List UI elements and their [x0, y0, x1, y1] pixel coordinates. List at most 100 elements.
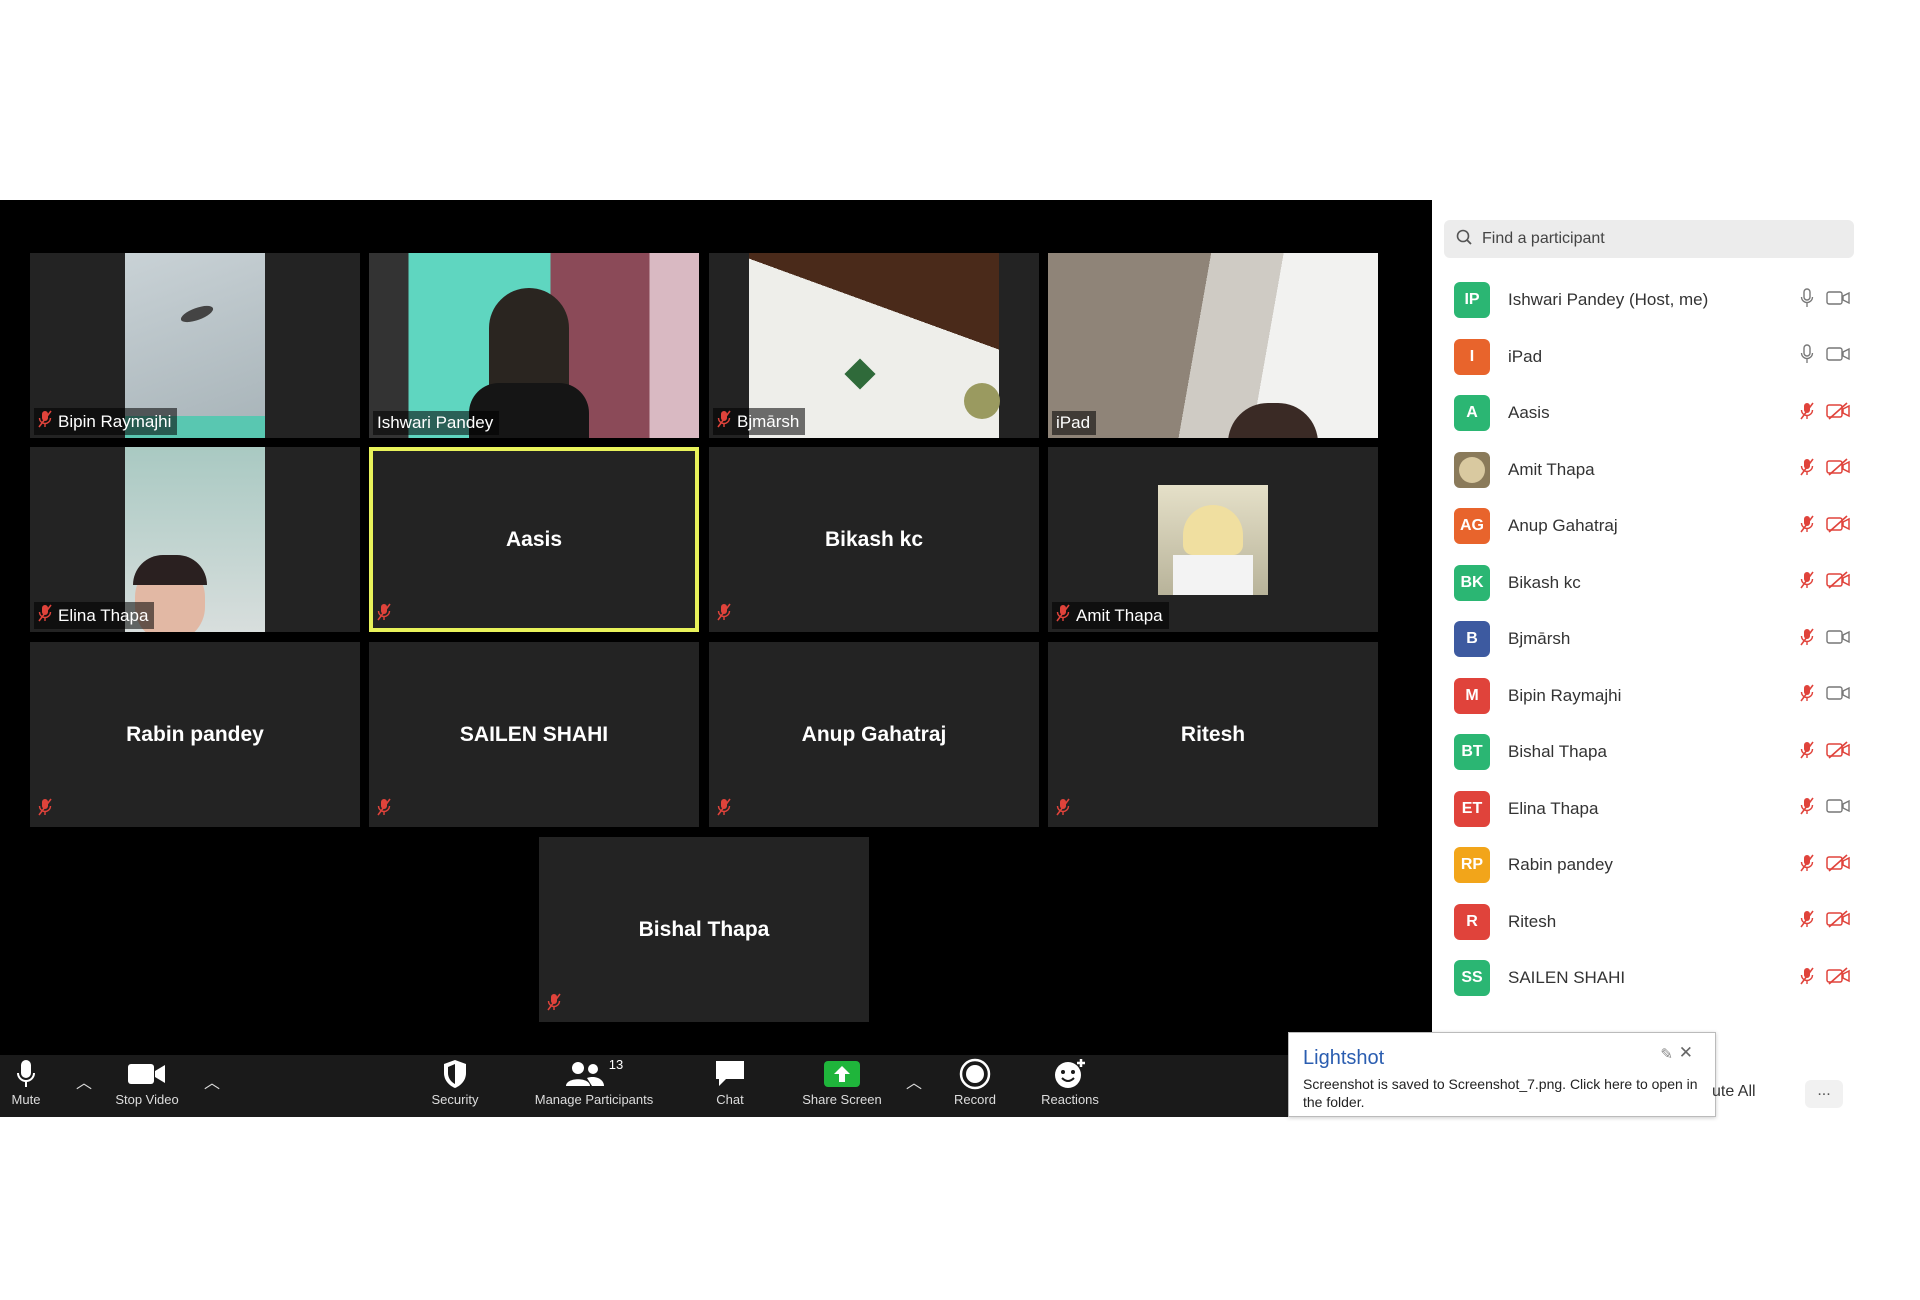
participant-row[interactable]: IiPad	[1454, 335, 1854, 379]
audio-options-caret[interactable]: ︿	[72, 1069, 96, 1131]
microphone-muted-icon[interactable]	[1800, 684, 1814, 707]
video-options-caret[interactable]: ︿	[200, 1069, 224, 1131]
microphone-muted-icon	[717, 603, 731, 626]
participant-name: SAILEN SHAHI	[1508, 968, 1626, 987]
participant-name-tag: Ishwari Pandey	[373, 411, 500, 435]
more-options-button[interactable]: ...	[1805, 1080, 1843, 1108]
avatar: SS	[1454, 960, 1490, 996]
record-button[interactable]: Record	[944, 1055, 1006, 1117]
stop-video-button[interactable]: Stop Video	[102, 1055, 192, 1117]
participant-name: SAILEN SHAHI	[459, 722, 609, 746]
video-off-icon[interactable]	[1826, 910, 1850, 933]
share-options-caret[interactable]: ︿	[902, 1069, 926, 1131]
microphone-muted-icon[interactable]	[1800, 854, 1814, 877]
video-off-icon[interactable]	[1826, 458, 1850, 481]
participant-name: iPad	[1508, 346, 1543, 366]
manage-participants-button[interactable]: 13 Manage Participants	[518, 1055, 670, 1117]
video-camera-icon[interactable]	[1826, 685, 1850, 706]
lightshot-message[interactable]: Screenshot is saved to Screenshot_7.png.…	[1303, 1075, 1703, 1111]
video-off-icon[interactable]	[1826, 853, 1850, 877]
microphone-muted-icon[interactable]	[1800, 967, 1814, 990]
video-off-icon[interactable]	[1826, 401, 1850, 425]
video-off-icon[interactable]	[1826, 966, 1850, 990]
mute-all-button[interactable]: ute All	[1712, 1083, 1756, 1101]
participant-name: Ishwari Pandey (Host, me)	[1508, 290, 1709, 309]
participant-row[interactable]: ET Elina Thapa	[1454, 787, 1854, 831]
microphone-muted-icon[interactable]	[1800, 741, 1814, 764]
microphone-muted-icon	[38, 410, 52, 433]
share-screen-button[interactable]: Share Screen	[792, 1055, 892, 1117]
participant-name: Bjmārsh	[737, 411, 800, 431]
avatar: AG	[1454, 508, 1490, 544]
video-off-icon[interactable]	[1826, 740, 1850, 764]
avatar: A	[1454, 395, 1490, 431]
avatar: IP	[1454, 282, 1490, 318]
video-tile[interactable]: Elina Thapa	[30, 447, 360, 632]
search-icon	[1456, 229, 1472, 250]
video-tile[interactable]: Anup Gahatraj	[709, 642, 1039, 827]
microphone-muted-icon[interactable]	[1800, 515, 1814, 538]
video-tile[interactable]: Ishwari Pandey	[369, 253, 699, 438]
participant-row[interactable]: B Bjmārsh	[1454, 617, 1854, 661]
video-tile[interactable]: iPad	[1048, 253, 1378, 438]
video-camera-icon[interactable]	[1826, 346, 1850, 367]
microphone-muted-icon[interactable]	[1800, 910, 1814, 933]
microphone-muted-icon	[547, 993, 561, 1016]
participant-row[interactable]: M Bipin Raymajhi	[1454, 674, 1854, 718]
participant-row[interactable]: BT Bishal Thapa	[1454, 730, 1854, 774]
video-off-icon[interactable]	[1826, 571, 1850, 594]
microphone-icon[interactable]	[1800, 344, 1814, 369]
participant-row[interactable]: IP Ishwari Pandey (Host, me)	[1454, 278, 1854, 322]
smiley-add-icon	[1032, 1055, 1108, 1093]
participant-name: Rabin pandey	[126, 722, 264, 746]
video-tile[interactable]: Bjmārsh	[709, 253, 1039, 438]
avatar: R	[1454, 903, 1490, 940]
reactions-label: Reactions	[1041, 1092, 1099, 1107]
stop-video-label: Stop Video	[115, 1092, 179, 1107]
avatar: I	[1454, 338, 1490, 375]
lightshot-notification[interactable]: Lightshot ✎ ✕ Screenshot is saved to Scr…	[1288, 1032, 1716, 1117]
video-tile[interactable]: Ritesh	[1048, 642, 1378, 827]
participant-row[interactable]: RP Rabin pandey	[1454, 843, 1854, 887]
video-off-icon[interactable]	[1826, 514, 1850, 538]
participant-row[interactable]: BK Bikash kc	[1454, 561, 1854, 605]
record-icon	[944, 1055, 1006, 1093]
avatar: BK	[1454, 564, 1490, 601]
microphone-muted-icon	[1056, 604, 1070, 627]
video-tile[interactable]: Amit Thapa	[1048, 447, 1378, 632]
microphone-muted-icon[interactable]	[1800, 458, 1814, 481]
close-icon[interactable]: ✕	[1679, 1043, 1693, 1063]
security-label: Security	[431, 1092, 479, 1107]
participant-row[interactable]: R Ritesh	[1454, 900, 1854, 944]
profile-picture	[1158, 485, 1268, 595]
reactions-button[interactable]: Reactions	[1032, 1055, 1108, 1117]
video-camera-icon[interactable]	[1826, 629, 1850, 650]
microphone-icon[interactable]	[1800, 287, 1814, 313]
participant-search	[1444, 220, 1854, 258]
security-button[interactable]: Security	[420, 1055, 490, 1117]
participant-row[interactable]: SS SAILEN SHAHI	[1454, 956, 1854, 1000]
participant-name-tag: Bipin Raymajhi	[34, 408, 178, 435]
chat-button[interactable]: Chat	[700, 1055, 760, 1117]
video-tile[interactable]: Bipin Raymajhi	[30, 253, 360, 438]
video-tile[interactable]: Bishal Thapa	[539, 837, 869, 1022]
participant-row[interactable]: Amit Thapa	[1454, 448, 1854, 492]
participant-row[interactable]: AG Anup Gahatraj	[1454, 504, 1854, 548]
video-tile[interactable]: Aasis	[369, 447, 699, 632]
microphone-muted-icon[interactable]	[1800, 571, 1814, 594]
microphone-muted-icon[interactable]	[1800, 628, 1814, 651]
video-camera-icon[interactable]	[1826, 290, 1850, 311]
microphone-muted-icon	[38, 798, 52, 821]
participant-row[interactable]: A Aasis	[1454, 391, 1854, 435]
video-camera-icon[interactable]	[1826, 798, 1850, 819]
pin-icon[interactable]: ✎	[1660, 1045, 1673, 1063]
participant-name: Bipin Raymajhi	[1508, 685, 1622, 705]
video-tile[interactable]: Bikash kc	[709, 447, 1039, 632]
microphone-muted-icon[interactable]	[1800, 797, 1814, 820]
microphone-muted-icon[interactable]	[1800, 402, 1814, 425]
mute-button[interactable]: Mute	[0, 1055, 52, 1117]
chevron-up-icon: ︿	[75, 1075, 92, 1092]
video-tile[interactable]: Rabin pandey	[30, 642, 360, 827]
participant-search-input[interactable]	[1480, 229, 1844, 249]
video-tile[interactable]: SAILEN SHAHI	[369, 642, 699, 827]
